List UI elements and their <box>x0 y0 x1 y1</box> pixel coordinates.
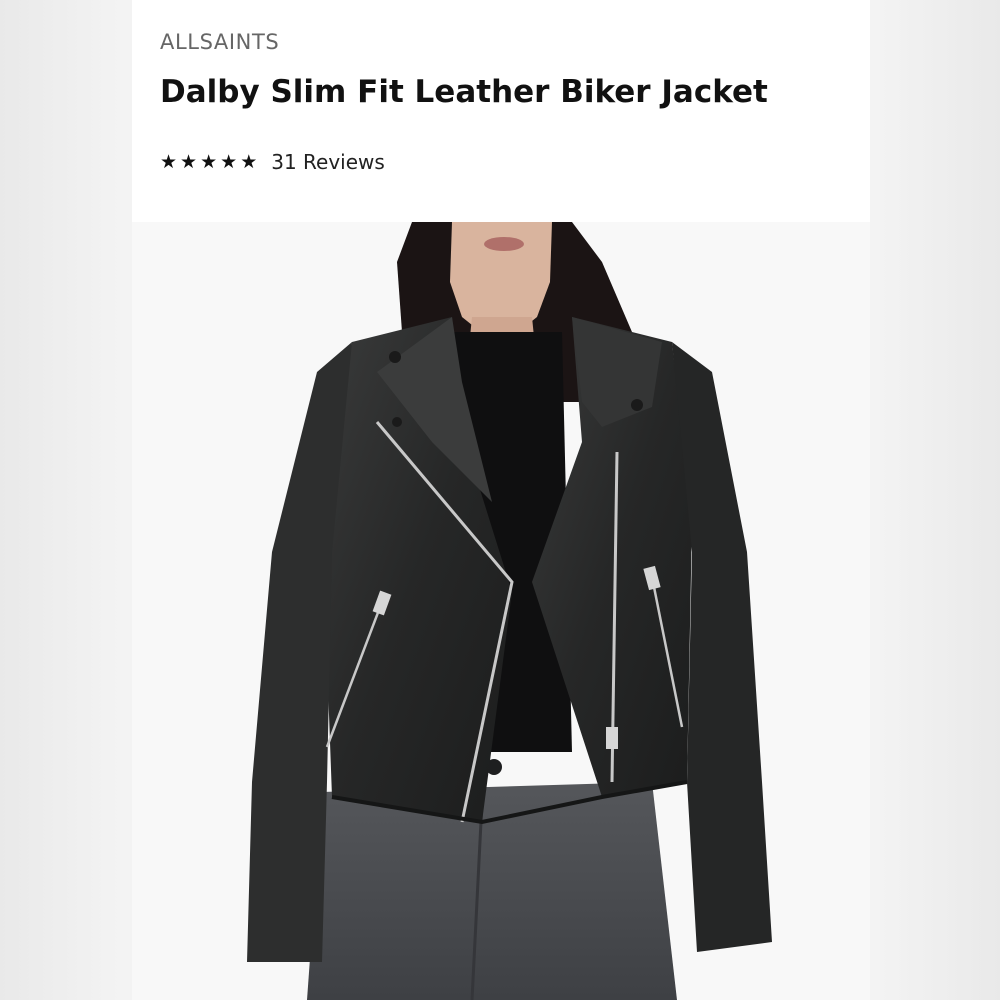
star-icon: ★ <box>240 151 258 173</box>
star-icon: ★ <box>200 151 218 173</box>
reviews-link[interactable]: 31 Reviews <box>271 150 385 174</box>
product-card: ALLSAINTS Dalby Slim Fit Leather Biker J… <box>132 0 870 1000</box>
star-icon: ★ <box>220 151 238 173</box>
rating-row[interactable]: ★ ★ ★ ★ ★ 31 Reviews <box>160 150 385 174</box>
product-image[interactable] <box>132 222 870 1000</box>
jacket-illustration <box>247 222 772 1000</box>
star-icon: ★ <box>160 151 178 173</box>
star-rating: ★ ★ ★ ★ ★ <box>160 151 257 173</box>
star-icon: ★ <box>180 151 198 173</box>
product-title: Dalby Slim Fit Leather Biker Jacket <box>160 74 768 110</box>
brand-name[interactable]: ALLSAINTS <box>160 30 279 54</box>
